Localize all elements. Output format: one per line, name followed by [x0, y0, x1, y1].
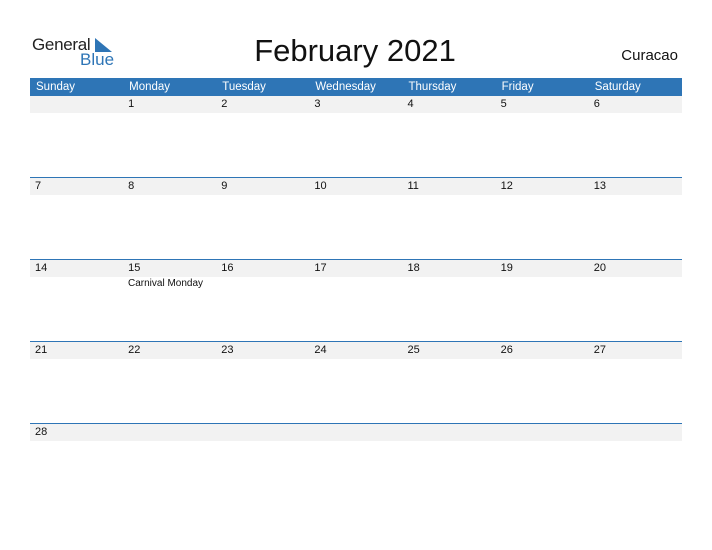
day-cell: 3 [314, 98, 321, 110]
week-row-1: 1 2 3 4 5 6 [30, 96, 682, 177]
week-row-3: 14 15 16 17 18 19 20 Carnival Monday [30, 259, 682, 341]
month-year-title: February 2021 [254, 33, 456, 68]
day-cell: 12 [500, 180, 513, 192]
weekday-sunday: Sunday [36, 81, 76, 93]
week-row-4: 21 22 23 24 25 26 27 [30, 341, 682, 423]
day-cell: 1 [128, 98, 135, 110]
day-cell: 17 [314, 262, 327, 274]
day-cell [216, 424, 309, 441]
weekday-saturday: Saturday [594, 81, 641, 93]
day-cell: 28 [35, 426, 48, 438]
day-cell: 6 [593, 98, 600, 110]
holiday-event: Carnival Monday [128, 278, 204, 289]
day-cell: 14 [35, 262, 48, 274]
day-cell: 25 [407, 344, 420, 356]
day-cell: 7 [35, 180, 42, 192]
day-cell: 21 [35, 344, 48, 356]
day-cell: 2 [221, 98, 228, 110]
day-cell: 23 [221, 344, 234, 356]
country-label: Curacao [621, 47, 678, 64]
day-cell [123, 424, 216, 441]
day-cell [589, 424, 682, 441]
day-cell: 16 [221, 262, 234, 274]
calendar-grid: Sunday Monday Tuesday Wednesday Thursday… [30, 78, 682, 505]
day-cell: 13 [593, 180, 606, 192]
day-cell: 19 [500, 262, 513, 274]
day-cell [30, 96, 123, 113]
day-cell: 15 [128, 262, 141, 274]
day-cell: 4 [407, 98, 414, 110]
week-row-2: 7 8 9 10 11 12 13 [30, 177, 682, 259]
week-row-5: 28 [30, 423, 682, 505]
day-cell: 27 [593, 344, 606, 356]
weekday-thursday: Thursday [408, 81, 457, 93]
day-cell: 26 [500, 344, 513, 356]
day-cell [309, 424, 402, 441]
day-cell [496, 424, 589, 441]
day-cell [403, 424, 496, 441]
weekday-header: Sunday Monday Tuesday Wednesday Thursday… [30, 78, 682, 96]
day-cell: 9 [221, 180, 228, 192]
page-title: February 2021 [0, 33, 712, 69]
weekday-tuesday: Tuesday [222, 81, 266, 93]
day-cell: 10 [314, 180, 327, 192]
day-cell: 8 [128, 180, 135, 192]
weekday-friday: Friday [501, 81, 534, 93]
weekday-wednesday: Wednesday [315, 81, 376, 93]
weekday-monday: Monday [129, 81, 171, 93]
day-cell: 5 [500, 98, 507, 110]
day-cell: 24 [314, 344, 327, 356]
day-cell: 20 [593, 262, 606, 274]
day-cell: 18 [407, 262, 420, 274]
day-cell: 11 [407, 180, 419, 192]
day-cell: 22 [128, 344, 141, 356]
